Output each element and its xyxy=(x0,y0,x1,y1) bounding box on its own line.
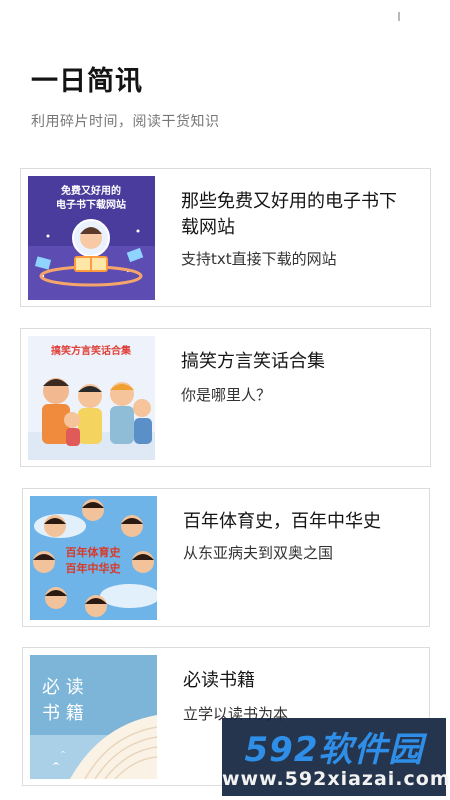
article-title[interactable]: 那些免费又好用的电子书下载网站 xyxy=(181,189,413,241)
cover-text-line: 电子书下载网站 xyxy=(56,198,126,211)
article-card-dialect-jokes[interactable]: 搞笑方言笑话合集 搞笑方言笑话合集 你是哪里人？ xyxy=(20,328,431,467)
status-bar-indicator xyxy=(398,12,400,21)
article-card-ebook[interactable]: 免费又好用的 电子书下载网站 那些免费又好用的电子书下载网站 支持txt直接下载… xyxy=(20,168,431,307)
cover-text-line: 百年中华史 xyxy=(66,561,122,575)
page-title: 一日简讯 xyxy=(31,66,143,97)
watermark-url: www.592xiazai.com xyxy=(222,768,450,790)
must-read-books-cover-image: 必 读 书 籍 xyxy=(30,655,157,779)
ebook-cover-image: 免费又好用的 电子书下载网站 xyxy=(28,176,155,300)
article-card-sports-history[interactable]: 百年体育史 百年中华史 百年体育史，百年中华史 从东亚病夫到双奥之国 xyxy=(22,488,430,627)
article-description: 你是哪里人？ xyxy=(181,386,272,404)
cover-text-line: 必 读 xyxy=(42,677,84,698)
article-description: 从东亚病夫到双奥之国 xyxy=(183,544,334,562)
watermark-brand: 592软件园 xyxy=(244,730,424,770)
cover-text-line: 书 籍 xyxy=(42,703,84,724)
article-thumbnail: 免费又好用的 电子书下载网站 xyxy=(28,176,155,300)
dialect-jokes-cover-image: 搞笑方言笑话合集 xyxy=(28,336,155,460)
cover-text-line: 免费又好用的 xyxy=(61,184,121,197)
sports-history-cover-image: 百年体育史 百年中华史 xyxy=(30,496,157,620)
article-title[interactable]: 百年体育史，百年中华史 xyxy=(183,509,415,535)
article-title[interactable]: 必读书籍 xyxy=(183,668,415,694)
page-header: 一日简讯 利用碎片时间，阅读干货知识 xyxy=(31,64,220,132)
article-description: 支持txt直接下载的网站 xyxy=(181,250,337,268)
cover-text-line: 百年体育史 xyxy=(66,545,122,559)
article-thumbnail: 必 读 书 籍 xyxy=(30,655,157,779)
article-thumbnail: 百年体育史 百年中华史 xyxy=(30,496,157,620)
page-subtitle: 利用碎片时间，阅读干货知识 xyxy=(31,114,220,130)
article-title[interactable]: 搞笑方言笑话合集 xyxy=(181,349,413,375)
cover-text-line: 搞笑方言笑话合集 xyxy=(51,344,132,357)
article-thumbnail: 搞笑方言笑话合集 xyxy=(28,336,155,460)
site-watermark: 592软件园 www.592xiazai.com xyxy=(222,718,450,796)
